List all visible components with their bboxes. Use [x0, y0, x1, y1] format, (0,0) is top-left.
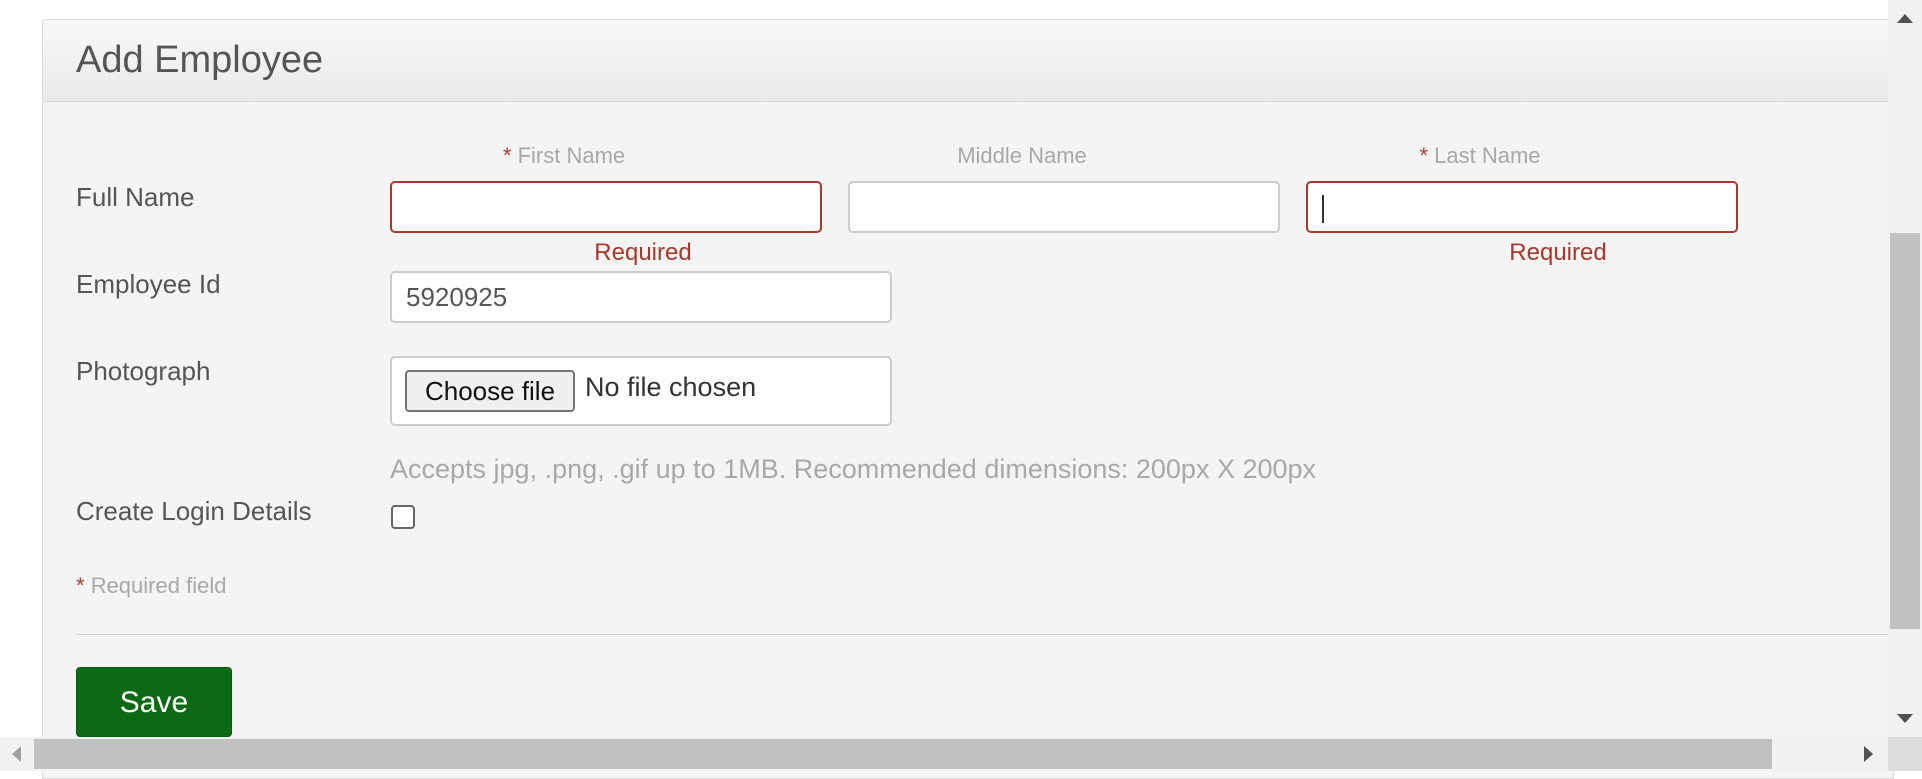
- last-name-input[interactable]: [1306, 181, 1738, 233]
- form-divider: [76, 634, 1895, 635]
- full-name-label: Full Name: [76, 182, 195, 212]
- choose-file-button[interactable]: Choose file: [405, 370, 575, 412]
- required-star: *: [502, 143, 512, 168]
- text-cursor: [1322, 195, 1324, 224]
- create-login-checkbox[interactable]: [391, 505, 415, 529]
- middle-name-column-label: Middle Name: [957, 143, 1087, 168]
- photograph-file-input[interactable]: Choose file No file chosen: [390, 356, 892, 426]
- first-name-error: Required: [594, 239, 692, 266]
- middle-name-input[interactable]: [848, 181, 1280, 233]
- scrollbar-corner: [1888, 737, 1922, 771]
- panel-header: Add Employee: [43, 20, 1893, 102]
- save-button[interactable]: Save: [76, 667, 232, 737]
- create-login-label: Create Login Details: [76, 496, 312, 526]
- last-name-label: Last Name: [1434, 143, 1541, 168]
- required-field-note: * Required field: [76, 573, 226, 599]
- vertical-scrollbar[interactable]: [1888, 0, 1922, 742]
- required-star: *: [76, 573, 85, 598]
- horizontal-scrollbar[interactable]: [0, 737, 1888, 771]
- first-name-input[interactable]: [390, 181, 822, 233]
- photograph-hint: Accepts jpg, .png, .gif up to 1MB. Recom…: [390, 454, 1317, 484]
- scroll-left-arrow-icon[interactable]: [12, 746, 21, 762]
- first-name-label: First Name: [517, 143, 626, 168]
- file-status: No file chosen: [585, 372, 757, 402]
- first-name-column-label: * First Name: [348, 143, 780, 169]
- required-note-text: Required field: [90, 573, 227, 598]
- employee-id-input[interactable]: 5920925: [390, 271, 892, 323]
- add-employee-panel: Add Employee * First Name Middle Name * …: [42, 19, 1895, 779]
- scroll-right-arrow-icon[interactable]: [1864, 746, 1873, 762]
- photograph-label: Photograph: [76, 356, 211, 386]
- scroll-up-arrow-icon[interactable]: [1897, 14, 1913, 23]
- scroll-down-arrow-icon[interactable]: [1897, 714, 1913, 723]
- page-title: Add Employee: [76, 39, 324, 81]
- employee-id-label: Employee Id: [76, 269, 221, 299]
- last-name-column-label: * Last Name: [1264, 143, 1696, 169]
- last-name-error: Required: [1509, 239, 1607, 266]
- required-star: *: [1419, 143, 1429, 168]
- vertical-scroll-thumb[interactable]: [1890, 233, 1920, 629]
- horizontal-scroll-thumb[interactable]: [34, 739, 1772, 769]
